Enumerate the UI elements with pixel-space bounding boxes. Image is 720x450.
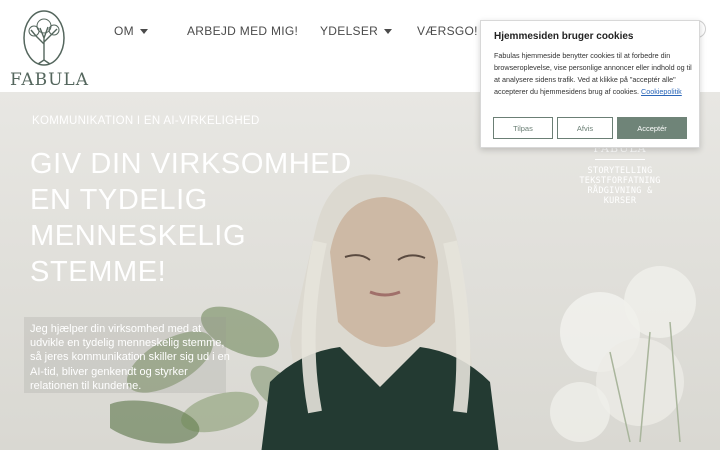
accept-button[interactable]: Acceptér	[617, 117, 687, 139]
nav-item-label: ARBEJD MED MIG!	[187, 24, 299, 38]
nav-item-label: YDELSER	[320, 24, 379, 38]
nav-item-om[interactable]: OM	[114, 24, 148, 38]
divider	[595, 159, 645, 160]
nav-item-arbejd-med-mig[interactable]: ARBEJD MED MIG!	[187, 24, 298, 38]
flowers-image	[550, 266, 696, 443]
logo[interactable]: FABULA	[10, 8, 88, 90]
reject-button[interactable]: Afvis	[557, 117, 613, 139]
sign-tagline-3: RÅDGIVNING & KURSER	[587, 186, 653, 206]
chevron-down-icon	[139, 28, 148, 34]
hero-kicker: KOMMUNIKATION I EN AI-VIRKELIGHED	[32, 115, 260, 127]
cookie-title: Hjemmesiden bruger cookies	[494, 31, 634, 42]
sign-tagline-1: STORYTELLING	[587, 166, 653, 176]
nav-item-label: OM	[114, 24, 134, 38]
nav-item-ydelser[interactable]: YDELSER	[320, 24, 393, 38]
nav-item-label: VÆRSGO!	[417, 24, 478, 38]
cookie-policy-link[interactable]: Cookiepolitik	[641, 87, 682, 96]
cookie-consent-dialog: Hjemmesiden bruger cookies Fabulas hjemm…	[480, 20, 700, 148]
customize-button[interactable]: Tilpas	[493, 117, 553, 139]
hero-body-text: Jeg hjælper din virksomhed med at udvikl…	[30, 323, 230, 392]
cookie-text: Fabulas hjemmeside benytter cookies til …	[494, 50, 692, 98]
brand-sign: FABULA STORYTELLING TEKSTFORFATNING RÅDG…	[570, 142, 670, 206]
sign-tagline-2: TEKSTFORFATNING	[579, 176, 661, 186]
logo-text: FABULA	[10, 70, 89, 90]
hero-title: GIV DIN VIRKSOMHED EN TYDELIG MENNESKELI…	[30, 148, 352, 288]
tree-logo-icon	[23, 10, 65, 66]
chevron-down-icon	[384, 28, 393, 34]
